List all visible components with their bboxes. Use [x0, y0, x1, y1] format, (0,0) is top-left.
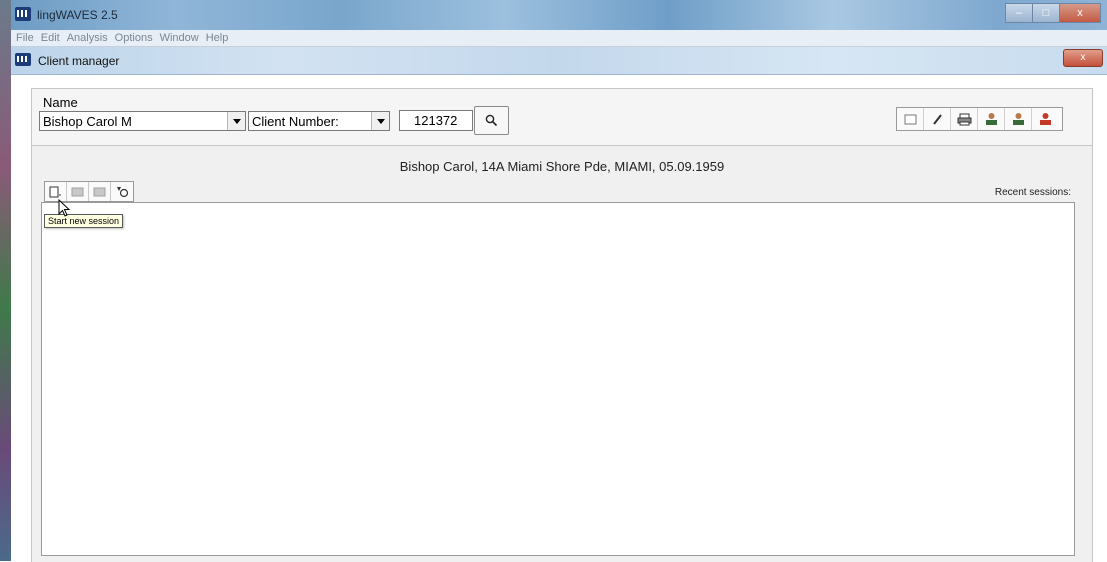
close-icon: x [1077, 7, 1083, 19]
menu-analysis[interactable]: Analysis [67, 32, 108, 44]
client-manager-close-button[interactable]: x [1063, 49, 1103, 67]
client-remove-button[interactable] [1032, 108, 1059, 130]
edit-client-button[interactable] [924, 108, 951, 130]
menu-edit[interactable]: Edit [41, 32, 60, 44]
tooltip: Start new session [44, 214, 124, 228]
new-client-button[interactable] [897, 108, 924, 130]
menu-bar: File Edit Analysis Options Window Help [11, 30, 1107, 47]
client-group-icon [985, 113, 997, 125]
client-manager-title: Client manager [38, 54, 120, 68]
open-session-icon [71, 187, 84, 196]
session-settings-icon [117, 187, 129, 198]
close-button[interactable]: x [1059, 3, 1101, 23]
session-settings-button[interactable] [111, 182, 133, 201]
new-session-icon [49, 186, 61, 197]
menu-options[interactable]: Options [115, 32, 153, 44]
chevron-down-icon[interactable] [227, 112, 245, 130]
desktop-background [0, 0, 11, 561]
client-manager-icon [15, 53, 31, 66]
client-remove-icon [1040, 113, 1051, 125]
minimize-icon: – [1015, 7, 1023, 19]
new-client-icon [904, 114, 916, 124]
menu-help[interactable]: Help [206, 32, 229, 44]
app-icon [15, 7, 31, 21]
app-title: lingWAVES 2.5 [37, 8, 118, 22]
edit-client-icon [932, 113, 942, 125]
client-search-area: Name Bishop Carol M Client Number: 12137… [32, 89, 1092, 146]
maximize-icon: □ [1042, 7, 1050, 19]
search-button[interactable] [474, 106, 509, 135]
client-search-icon [1012, 113, 1024, 125]
delete-session-icon [93, 187, 106, 196]
client-toolbar [896, 107, 1063, 131]
client-manager-titlebar: Client manager x [11, 47, 1107, 75]
client-name-select[interactable]: Bishop Carol M [39, 111, 246, 131]
lookup-field-select[interactable]: Client Number: [248, 111, 390, 131]
window-controls: – □ x [1005, 3, 1101, 23]
client-group-button[interactable] [978, 108, 1005, 130]
menu-file[interactable]: File [16, 32, 34, 44]
client-panel: Name Bishop Carol M Client Number: 12137… [31, 88, 1093, 562]
minimize-button[interactable]: – [1005, 3, 1033, 23]
maximize-button[interactable]: □ [1032, 3, 1060, 23]
client-info-line: Bishop Carol, 14A Miami Shore Pde, MIAMI… [399, 159, 725, 174]
lookup-field-value: Client Number: [252, 114, 339, 129]
menu-window[interactable]: Window [160, 32, 199, 44]
print-button[interactable] [951, 108, 978, 130]
client-name-value: Bishop Carol M [43, 114, 132, 129]
session-list[interactable] [41, 202, 1075, 556]
app-titlebar: lingWAVES 2.5 – □ x [11, 0, 1107, 30]
close-icon: x [1080, 52, 1086, 63]
name-label: Name [43, 95, 78, 110]
mouse-cursor-icon [58, 199, 71, 217]
client-number-input[interactable]: 121372 [399, 110, 473, 131]
search-icon [485, 114, 498, 127]
chevron-down-icon[interactable] [371, 112, 389, 130]
print-icon [957, 113, 971, 125]
client-search-button[interactable] [1005, 108, 1032, 130]
recent-sessions-label: Recent sessions: [994, 187, 1071, 198]
delete-session-button[interactable] [89, 182, 111, 201]
